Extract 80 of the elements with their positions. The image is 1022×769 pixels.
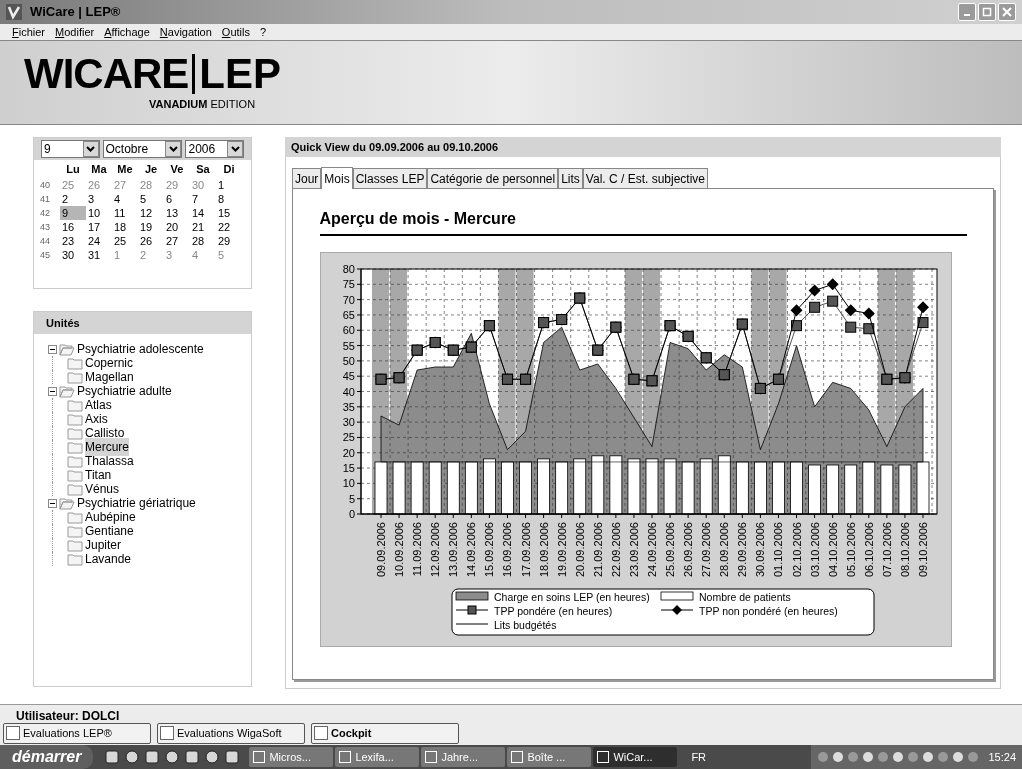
week-number: 42 <box>39 207 51 220</box>
axis-tick-label: 02.10.2006 <box>790 522 803 578</box>
axis-tick-label: 35 <box>342 400 355 413</box>
edition-label: EDITION <box>210 97 256 113</box>
weekday-label: Di <box>222 162 236 177</box>
clock: 15:24 <box>988 749 1016 765</box>
axis-tick-label: 05.10.2006 <box>844 522 857 578</box>
axis-tick-label: 14.09.2006 <box>464 522 477 578</box>
panel-title: Unités <box>46 315 80 331</box>
axis-tick-label: 0 <box>348 508 355 520</box>
axis-tick-label: 80 <box>342 263 355 275</box>
dropdown-value: 2006 <box>188 141 216 158</box>
axis-tick-label: 03.10.2006 <box>808 522 821 578</box>
axis-tick-label: 25 <box>342 431 355 444</box>
axis-tick-label: 23.09.2006 <box>627 522 640 578</box>
axis-tick-label: 50 <box>342 354 355 367</box>
legend-label: Nombre de patients <box>698 591 791 603</box>
axis-tick-label: 18.09.2006 <box>537 522 550 578</box>
axis-tick-label: 16.09.2006 <box>500 522 513 578</box>
legend-label: Lits budgétés <box>493 619 556 631</box>
axis-tick-label: 28.09.2006 <box>717 522 730 578</box>
axis-tick-label: 27.09.2006 <box>699 522 712 578</box>
week-number: 45 <box>39 249 51 262</box>
axis-tick-label: 30.09.2006 <box>753 522 766 578</box>
weekday-label: Me <box>116 162 134 177</box>
axis-tick-label: 60 <box>342 324 355 337</box>
dropdown-value: 9 <box>44 141 51 158</box>
axis-tick-label: 25.09.2006 <box>663 522 676 578</box>
legend-label: Charge en soins LEP (en heures) <box>493 591 650 603</box>
axis-tick-label: 70 <box>342 293 355 306</box>
axis-tick-label: 55 <box>342 339 355 352</box>
axis-tick-label: 30 <box>342 416 355 429</box>
axis-tick-label: 19.09.2006 <box>555 522 568 578</box>
legend-label: TPP pondére (en heures) <box>493 605 612 617</box>
axis-tick-label: 65 <box>342 308 355 321</box>
axis-tick-label: 15.09.2006 <box>482 522 495 578</box>
axis-tick-label: 01.10.2006 <box>771 522 784 578</box>
axis-tick-label: 20.09.2006 <box>573 522 586 578</box>
legend-label: TPP non pondéré (en heures) <box>698 605 838 617</box>
axis-tick-label: 10.09.2006 <box>392 522 405 578</box>
axis-tick-label: 29.09.2006 <box>735 522 748 578</box>
week-number: 43 <box>39 221 51 234</box>
week-number: 44 <box>39 235 51 248</box>
axis-tick-label: 26.09.2006 <box>681 522 694 578</box>
status-text: Utilisateur: DOLCI <box>16 710 121 721</box>
weekday-label: Ma <box>90 162 108 177</box>
logo-text: LEP <box>199 52 281 97</box>
weekday-label: Sa <box>195 162 211 177</box>
window-title: WiCare | LEP® <box>30 3 121 22</box>
axis-tick-label: 15 <box>342 462 355 475</box>
logo-text: WICARE <box>24 52 189 97</box>
section-title: Quick View du 09.09.2006 au 09.10.2006 <box>291 139 499 155</box>
axis-tick-label: 75 <box>342 278 355 291</box>
axis-tick-label: 40 <box>342 385 355 398</box>
axis-tick-label: 20 <box>342 446 355 459</box>
axis-tick-label: 09.10.2006 <box>916 522 929 578</box>
edition-label: VANADIUM <box>149 97 208 113</box>
axis-tick-label: 10 <box>342 477 355 490</box>
axis-tick-label: 21.09.2006 <box>591 522 604 578</box>
weekday-label: Ve <box>169 162 185 177</box>
axis-tick-label: 45 <box>342 370 355 383</box>
axis-tick-label: 22.09.2006 <box>609 522 622 578</box>
week-number: 40 <box>39 179 51 192</box>
axis-tick-label: 24.09.2006 <box>645 522 658 578</box>
axis-tick-label: 17.09.2006 <box>519 522 532 578</box>
week-number: 41 <box>39 193 51 206</box>
axis-tick-label: 11.09.2006 <box>410 522 423 577</box>
dropdown-value: Octobre <box>105 141 149 158</box>
axis-tick-label: 09.09.2006 <box>374 522 387 578</box>
weekday-label: Je <box>143 162 159 177</box>
chart-heading: Aperçu de mois - Mercure <box>319 210 516 227</box>
axis-tick-label: 13.09.2006 <box>446 522 459 578</box>
axis-tick-label: 04.10.2006 <box>826 522 839 578</box>
axis-tick-label: 07.10.2006 <box>880 522 893 578</box>
weekday-label: Lu <box>65 162 81 177</box>
language-indicator: FR <box>691 749 707 765</box>
axis-tick-label: 12.09.2006 <box>428 522 441 578</box>
axis-tick-label: 08.10.2006 <box>898 522 911 578</box>
axis-tick-label: 06.10.2006 <box>862 522 875 578</box>
axis-tick-label: 5 <box>348 492 355 505</box>
